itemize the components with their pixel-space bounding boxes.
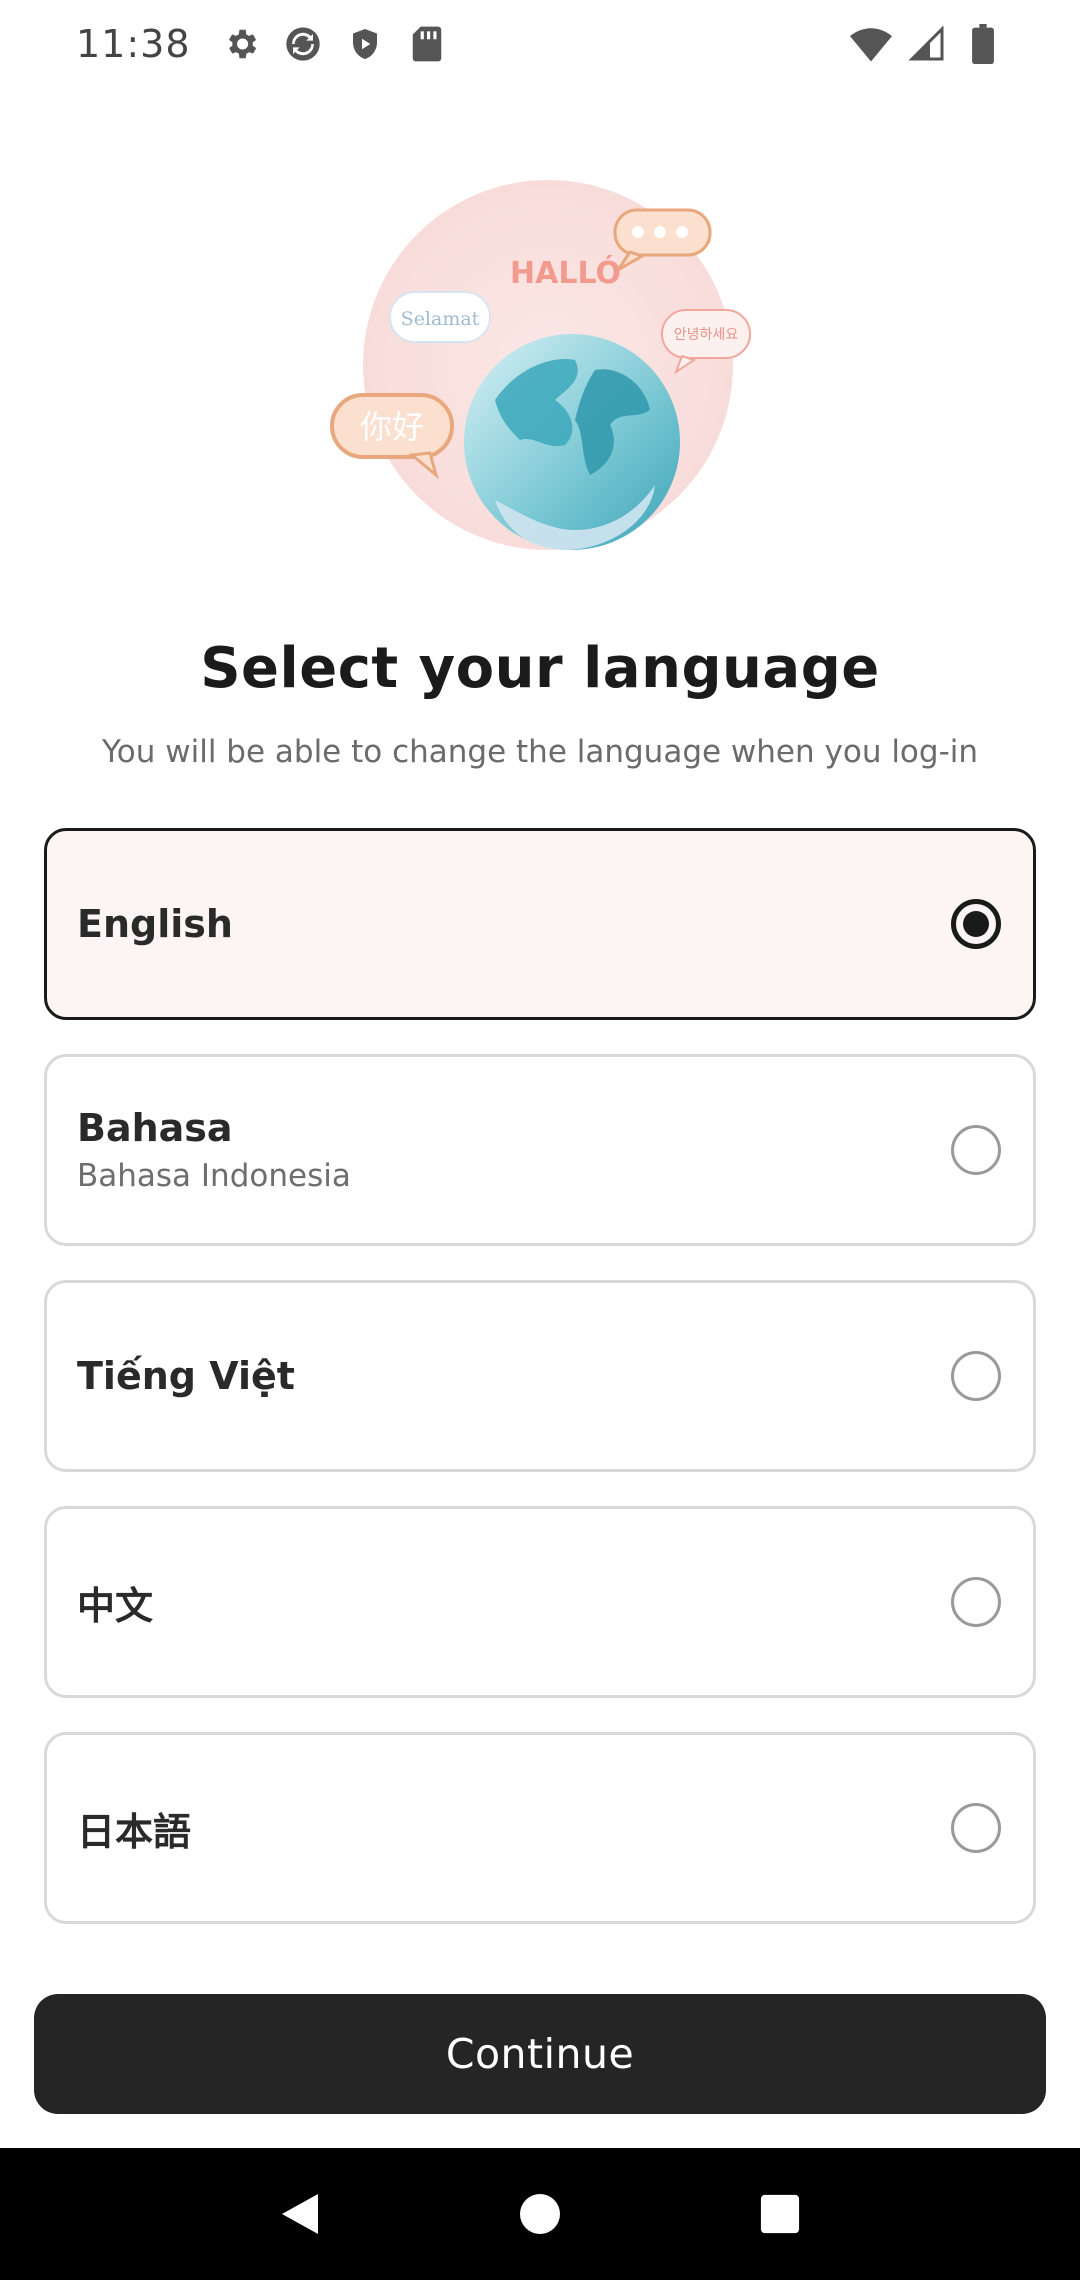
hallo-text: HALLÓ xyxy=(510,254,621,291)
language-option-list: English Bahasa Bahasa Indonesia Tiếng Vi… xyxy=(44,828,1036,1958)
page-subtitle: You will be able to change the language … xyxy=(101,734,979,770)
option-sublabel: Bahasa Indonesia xyxy=(77,1158,351,1194)
shield-icon xyxy=(345,24,385,64)
language-option-chinese[interactable]: 中文 xyxy=(44,1506,1036,1698)
back-icon[interactable] xyxy=(270,2184,330,2244)
option-label: 日本語 xyxy=(77,1809,192,1854)
option-text: Bahasa Bahasa Indonesia xyxy=(77,1106,351,1194)
option-text: 日本語 xyxy=(77,1801,191,1856)
language-option-bahasa[interactable]: Bahasa Bahasa Indonesia xyxy=(44,1054,1036,1246)
language-option-japanese[interactable]: 日本語 xyxy=(44,1732,1036,1924)
option-text: English xyxy=(77,902,233,946)
option-label: Tiếng Việt xyxy=(77,1354,295,1398)
radio-unselected-icon[interactable] xyxy=(951,1125,1001,1175)
status-time: 11:38 xyxy=(76,22,191,66)
sd-card-icon xyxy=(407,24,447,64)
option-label: 中文 xyxy=(77,1583,154,1628)
radio-unselected-icon[interactable] xyxy=(951,1803,1001,1853)
language-illustration: HALLÓ Selamat 안녕하세요 你好 xyxy=(320,170,760,570)
radio-unselected-icon[interactable] xyxy=(951,1351,1001,1401)
system-nav-bar xyxy=(0,2148,1080,2280)
settings-icon xyxy=(221,24,261,64)
svg-text:Selamat: Selamat xyxy=(401,308,480,330)
status-system-icons xyxy=(850,23,1004,65)
continue-button[interactable]: Continue xyxy=(34,1994,1046,2114)
battery-icon xyxy=(962,23,1004,65)
wifi-icon xyxy=(850,23,892,65)
option-label: Bahasa xyxy=(77,1106,233,1150)
svg-text:你好: 你好 xyxy=(360,408,424,446)
radio-selected-icon[interactable] xyxy=(951,899,1001,949)
status-bar: 11:38 xyxy=(0,0,1080,88)
status-notification-icons xyxy=(221,24,447,64)
language-select-screen: 11:38 HALLÓ Selamat 안녕하세요 你好 Select your… xyxy=(0,0,1080,2280)
option-text: Tiếng Việt xyxy=(77,1354,295,1398)
option-label: English xyxy=(77,902,233,946)
signal-icon xyxy=(906,23,948,65)
radio-unselected-icon[interactable] xyxy=(951,1577,1001,1627)
language-option-english[interactable]: English xyxy=(44,828,1036,1020)
page-title: Select your language xyxy=(200,636,880,701)
home-icon[interactable] xyxy=(510,2184,570,2244)
recents-icon[interactable] xyxy=(750,2184,810,2244)
sync-icon xyxy=(283,24,323,64)
svg-text:안녕하세요: 안녕하세요 xyxy=(674,327,739,343)
option-text: 中文 xyxy=(77,1575,153,1630)
language-option-vietnamese[interactable]: Tiếng Việt xyxy=(44,1280,1036,1472)
